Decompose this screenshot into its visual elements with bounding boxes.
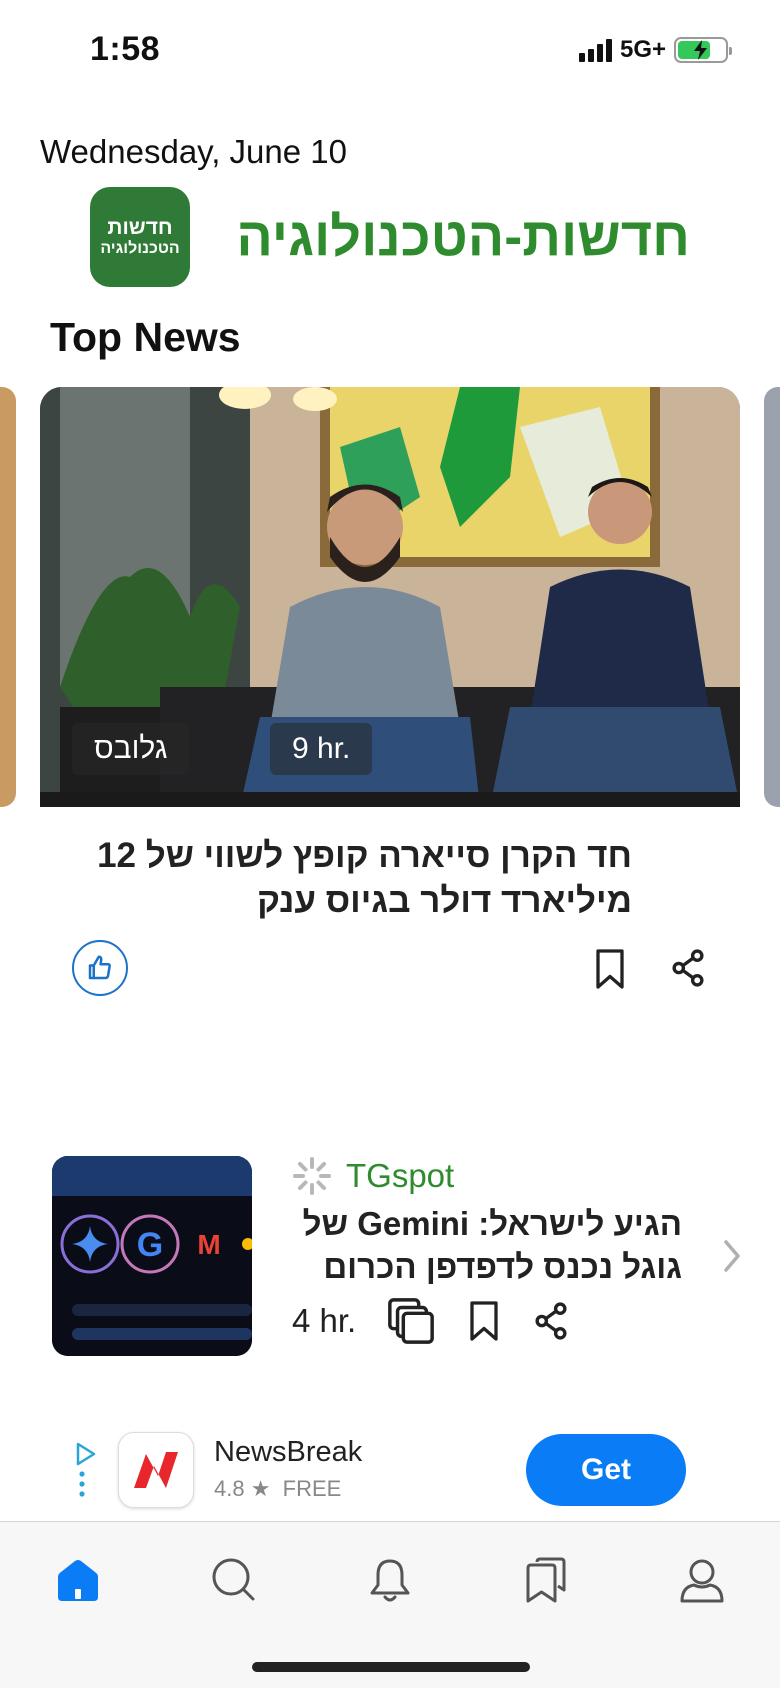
- top-news-carousel[interactable]: גלובס 9 hr.: [0, 387, 780, 807]
- channel-logo-line2: הטכנולוגיה: [100, 239, 180, 257]
- featured-article-actions: [72, 940, 712, 1000]
- story-source-name: TGspot: [346, 1157, 455, 1194]
- tab-following[interactable]: [516, 1550, 576, 1610]
- bottom-tab-bar: [0, 1521, 780, 1688]
- previous-card-peek[interactable]: [0, 387, 16, 807]
- share-icon[interactable]: [669, 948, 707, 993]
- get-button[interactable]: Get: [526, 1434, 686, 1506]
- following-bookmarks-icon: [526, 1557, 566, 1603]
- status-indicators: 5G+: [578, 36, 732, 64]
- home-indicator[interactable]: [252, 1662, 530, 1672]
- featured-article-headline[interactable]: חד הקרן סייארה קופץ לשווי של 12 מיליארד …: [72, 833, 632, 923]
- story-source: TGspot: [292, 1156, 454, 1196]
- next-card-peek[interactable]: [764, 387, 780, 807]
- featured-article-image[interactable]: גלובס 9 hr.: [40, 387, 740, 807]
- story-thumbnail: G M: [52, 1156, 252, 1356]
- ad-rating-value: 4.8 ★: [214, 1476, 271, 1501]
- thumbs-up-icon[interactable]: [72, 940, 128, 996]
- tab-notifications[interactable]: [360, 1550, 420, 1610]
- bookmark-icon[interactable]: [592, 948, 628, 995]
- svg-text:M: M: [197, 1229, 220, 1260]
- channel-logo[interactable]: חדשות הטכנולוגיה: [90, 187, 190, 287]
- full-coverage-icon[interactable]: [386, 1296, 436, 1346]
- section-title-top-news: Top News: [50, 314, 241, 360]
- chevron-right-icon[interactable]: [720, 1236, 744, 1276]
- battery-charging-icon: [674, 37, 732, 63]
- network-type: 5G+: [619, 36, 666, 63]
- channel-logo-line1: חדשות: [107, 215, 173, 239]
- home-icon: [58, 1560, 98, 1601]
- share-icon[interactable]: [532, 1301, 570, 1341]
- svg-text:G: G: [137, 1226, 163, 1264]
- article-time-badge: 9 hr.: [270, 723, 373, 775]
- article-source-badge: גלובס: [72, 723, 190, 775]
- loading-spinner-icon: [293, 1157, 331, 1195]
- ad-app-name[interactable]: NewsBreak: [214, 1436, 362, 1469]
- date-label: Wednesday, June 10: [40, 133, 347, 170]
- status-time: 1:58: [90, 30, 161, 68]
- ad-app-rating: 4.8 ★ FREE: [214, 1476, 341, 1502]
- story-headline[interactable]: הגיע לישראל: Gemini של גוגל נכנס לדפדפן …: [292, 1202, 682, 1288]
- tab-home[interactable]: [48, 1550, 108, 1610]
- status-bar: 1:58 5G+: [0, 0, 780, 100]
- bookmark-icon[interactable]: [466, 1300, 502, 1342]
- story-meta: 4 hr.: [292, 1296, 570, 1346]
- news-list-item[interactable]: G M TGspot הגיע לישראל: Gemini של גוגל נ…: [52, 1156, 780, 1356]
- ad-banner[interactable]: NewsBreak 4.8 ★ FREE Get: [70, 1430, 710, 1512]
- cellular-signal-icon: [578, 38, 612, 62]
- tab-search[interactable]: [204, 1550, 264, 1610]
- newsbreak-app-icon[interactable]: [118, 1432, 194, 1508]
- story-time: 4 hr.: [292, 1302, 357, 1339]
- channel-title[interactable]: חדשות-הטכנולוגיה: [236, 206, 690, 268]
- adchoices-icon[interactable]: [74, 1440, 98, 1500]
- search-icon: [212, 1558, 255, 1601]
- bell-icon: [370, 1559, 410, 1602]
- tab-profile[interactable]: [672, 1550, 732, 1610]
- ad-price: FREE: [282, 1476, 342, 1501]
- profile-icon: [680, 1559, 724, 1603]
